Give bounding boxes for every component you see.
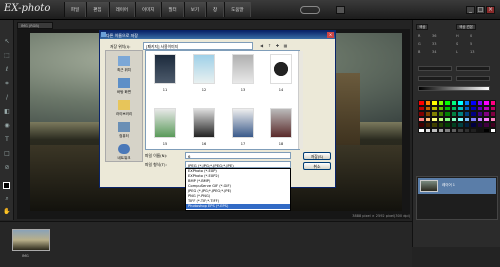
- swatch-grid: [418, 100, 496, 166]
- file-label[interactable]: 17: [232, 142, 254, 146]
- zoom-tool-icon[interactable]: ⌕: [3, 195, 11, 202]
- place-network[interactable]: 네트워크: [106, 156, 142, 161]
- dialog-app-icon: [101, 32, 106, 37]
- tab-color[interactable]: 색상: [416, 24, 429, 30]
- color-gradient-bar[interactable]: [418, 86, 490, 91]
- row-label: S: [456, 42, 459, 46]
- file-thumbnail[interactable]: [154, 54, 176, 84]
- file-thumbnail[interactable]: [232, 108, 254, 138]
- tool-palette: ↖ ⬚ ℓ ⌗ / ◧ ◉ T □ ⊘ ⌕ ✋: [0, 20, 14, 220]
- row-value: 33: [432, 42, 437, 46]
- file-label[interactable]: 13: [232, 88, 254, 92]
- eyedropper-tool-icon[interactable]: ⊘: [3, 164, 11, 171]
- document-tab[interactable]: IMG (RGB): [17, 22, 53, 29]
- shape-tool-icon[interactable]: □: [3, 150, 11, 157]
- filename-label: 파일 이름(N):: [145, 153, 168, 158]
- close-window-button[interactable]: ×: [486, 6, 495, 14]
- filmstrip: [0, 221, 412, 267]
- row-label: R: [418, 34, 421, 38]
- file-thumbnail[interactable]: [270, 54, 292, 84]
- row-value: 36: [432, 34, 437, 38]
- fill-tool-icon[interactable]: ◉: [3, 122, 11, 129]
- file-label[interactable]: 12: [193, 88, 215, 92]
- file-label[interactable]: 14: [270, 88, 292, 92]
- tab-swatches[interactable]: 색상 견본: [456, 24, 476, 30]
- file-label[interactable]: 15: [154, 142, 176, 146]
- place-recent[interactable]: 최근 위치: [106, 68, 142, 73]
- place-library[interactable]: 라이브러리: [106, 112, 142, 117]
- file-thumbnail[interactable]: [154, 108, 176, 138]
- file-list-scrollbar[interactable]: [298, 51, 303, 149]
- menu-filter[interactable]: 필터: [161, 2, 184, 17]
- row-value: 5: [470, 42, 473, 46]
- row-label: B: [418, 50, 421, 54]
- filetype-select[interactable]: JPEG (*.JPG;*.JPEG;*.JPE): [185, 161, 291, 168]
- color-dropdown[interactable]: [456, 66, 490, 71]
- filename-input[interactable]: 6: [185, 152, 291, 159]
- color-dropdown[interactable]: [418, 66, 452, 71]
- recent-places-icon[interactable]: [118, 56, 130, 66]
- menu-window[interactable]: 창: [205, 2, 225, 17]
- color-swatch[interactable]: [489, 127, 496, 133]
- eraser-tool-icon[interactable]: ◧: [3, 108, 11, 115]
- row-label: L: [456, 50, 458, 54]
- menu-image[interactable]: 이미지: [134, 2, 162, 17]
- maximize-button[interactable]: □: [476, 6, 485, 14]
- menu-help[interactable]: 도움말: [224, 2, 251, 17]
- menu-bar: 파일 편집 레이어 이미지 필터 보기 창 도움말: [64, 2, 251, 17]
- back-icon[interactable]: ◀: [258, 43, 265, 49]
- crop-tool-icon[interactable]: ⌗: [3, 80, 11, 87]
- desktop-icon[interactable]: [118, 78, 130, 88]
- row-value: 0: [470, 34, 473, 38]
- move-tool-icon[interactable]: ↖: [3, 38, 11, 45]
- row-value: 13: [470, 50, 475, 54]
- file-thumbnail[interactable]: [193, 108, 215, 138]
- color-dropdown[interactable]: [418, 76, 452, 81]
- new-folder-icon[interactable]: ✚: [274, 43, 281, 49]
- app-logo: EX-photo: [4, 3, 51, 14]
- place-desktop[interactable]: 바탕 화면: [106, 90, 142, 95]
- cancel-button[interactable]: 취소: [303, 162, 331, 170]
- network-icon[interactable]: [118, 144, 130, 154]
- minimize-button[interactable]: _: [466, 6, 475, 14]
- text-tool-icon[interactable]: T: [3, 136, 11, 143]
- save-button[interactable]: 저장(S): [303, 152, 331, 160]
- file-label[interactable]: 18: [270, 142, 292, 146]
- menu-file[interactable]: 파일: [64, 2, 87, 17]
- filmstrip-thumbnail[interactable]: [12, 229, 50, 251]
- row-value: 34: [432, 50, 437, 54]
- row-label: G: [418, 42, 421, 46]
- menu-edit[interactable]: 편집: [86, 2, 109, 17]
- layer-thumbnail: [420, 180, 438, 192]
- computer-icon[interactable]: [118, 122, 130, 132]
- settings-icon[interactable]: [336, 6, 345, 14]
- file-thumbnail[interactable]: [270, 108, 292, 138]
- view-menu-icon[interactable]: ▦: [282, 43, 289, 49]
- library-icon[interactable]: [118, 100, 130, 110]
- dialog-close-button[interactable]: ×: [327, 32, 334, 38]
- color-dropdown[interactable]: [456, 76, 490, 81]
- row-label: H: [456, 34, 459, 38]
- filetype-label: 파일 형식(T):: [145, 162, 167, 167]
- foreground-color-swatch[interactable]: [3, 182, 10, 189]
- menu-layer[interactable]: 레이어: [108, 2, 135, 17]
- place-computer[interactable]: 컴퓨터: [106, 134, 142, 139]
- brush-tool-icon[interactable]: /: [3, 94, 11, 101]
- up-folder-icon[interactable]: ↑: [266, 43, 273, 49]
- lasso-tool-icon[interactable]: ℓ: [3, 66, 11, 73]
- file-label[interactable]: 11: [154, 88, 176, 92]
- file-label[interactable]: 16: [193, 142, 215, 146]
- filetype-option-selected[interactable]: Photoshop EPS (*.EPS): [186, 204, 290, 209]
- filmstrip-thumbnail-label: IMG: [22, 254, 29, 258]
- file-thumbnail[interactable]: [193, 54, 215, 84]
- hand-tool-icon[interactable]: ✋: [3, 208, 11, 215]
- look-in-select[interactable]: [패키지] 사용이미지: [143, 42, 253, 50]
- document-status: 3888 pixel × 2592 pixel(300 dpi): [352, 214, 410, 218]
- layer-name: 레이어 1: [442, 183, 455, 187]
- file-thumbnail[interactable]: [232, 54, 254, 84]
- link-icon[interactable]: [300, 6, 320, 14]
- dialog-title: 다른 이름으로 저장: [100, 31, 335, 39]
- menu-view[interactable]: 보기: [183, 2, 206, 17]
- select-tool-icon[interactable]: ⬚: [3, 52, 11, 59]
